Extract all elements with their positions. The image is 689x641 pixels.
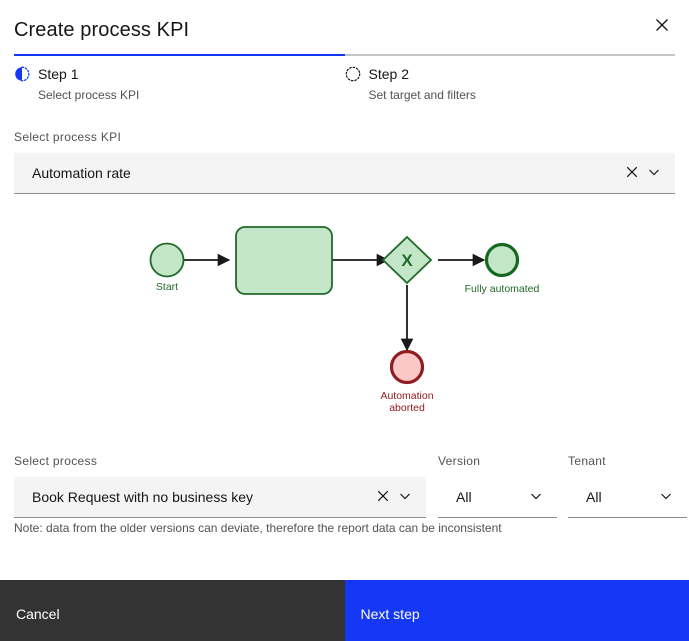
process-field-group: Select process Book Request with no busi… <box>14 453 426 518</box>
process-select-value: Book Request with no business key <box>14 489 377 505</box>
bpmn-node-automation-aborted: Automation aborted <box>380 352 433 415</box>
kpi-field-group: Select process KPI Automation rate <box>14 129 675 194</box>
tenant-expand-button[interactable] <box>659 489 673 506</box>
stepper-step-1-description: Select process KPI <box>38 87 345 103</box>
filters-row: Select process Book Request with no busi… <box>14 453 675 518</box>
chevron-down-icon <box>529 489 543 506</box>
stepper-step-1-head: Step 1 <box>14 64 345 84</box>
tenant-select-icons <box>659 489 687 506</box>
bpmn-node-start: Start <box>151 244 184 294</box>
close-icon <box>377 490 389 505</box>
bpmn-node-fully-automated: Fully automated <box>465 245 540 296</box>
process-select-icons <box>377 489 426 506</box>
process-field-label: Select process <box>14 453 426 469</box>
stepper-step-2[interactable]: Step 2 Set target and filters <box>345 64 676 103</box>
kpi-clear-button[interactable] <box>626 166 638 181</box>
modal-header: Create process KPI <box>0 0 689 50</box>
sequence-flows <box>183 260 484 350</box>
bpmn-node-task <box>236 227 332 294</box>
half-filled-circle-icon <box>14 66 30 82</box>
kpi-select-value: Automation rate <box>14 165 626 181</box>
version-field-group: Version All <box>426 453 557 518</box>
chevron-down-icon <box>659 489 673 506</box>
page-title: Create process KPI <box>14 17 189 43</box>
inconsistency-note: Note: data from the older versions can d… <box>14 520 502 536</box>
version-select-value: All <box>438 489 529 505</box>
next-step-button[interactable]: Next step <box>345 580 689 641</box>
kpi-select-icons <box>626 165 675 182</box>
stepper-step-2-label: Step 2 <box>369 65 409 83</box>
process-expand-button[interactable] <box>398 489 412 506</box>
version-expand-button[interactable] <box>529 489 543 506</box>
version-field-label: Version <box>438 453 557 469</box>
tenant-field-group: Tenant All <box>557 453 687 518</box>
stepper-step-1-label: Step 1 <box>38 65 78 83</box>
tenant-select[interactable]: All <box>568 477 687 518</box>
dotted-circle-icon <box>345 66 361 82</box>
kpi-select[interactable]: Automation rate <box>14 153 675 194</box>
process-select[interactable]: Book Request with no business key <box>14 477 426 518</box>
bpmn-gateway-x-icon: X <box>401 251 413 270</box>
process-clear-button[interactable] <box>377 490 389 505</box>
stepper-step-2-head: Step 2 <box>345 64 676 84</box>
chevron-down-icon <box>398 489 412 506</box>
bpmn-node-fully-automated-label: Fully automated <box>465 283 540 295</box>
tenant-field-label: Tenant <box>568 453 687 469</box>
kpi-expand-button[interactable] <box>647 165 661 182</box>
tenant-select-value: All <box>568 489 659 505</box>
bpmn-node-gateway: X <box>383 237 431 283</box>
bpmn-node-start-label: Start <box>156 281 178 293</box>
modal-footer: Cancel Next step <box>0 580 689 641</box>
bpmn-node-automation-aborted-label-2: aborted <box>389 402 425 414</box>
stepper-progress-fill <box>14 54 345 56</box>
chevron-down-icon <box>647 165 661 182</box>
stepper-step-1[interactable]: Step 1 Select process KPI <box>14 64 345 103</box>
stepper-progress-track <box>14 54 675 56</box>
cancel-button[interactable]: Cancel <box>0 580 345 641</box>
close-icon <box>655 18 669 32</box>
close-button[interactable] <box>643 6 681 44</box>
stepper-step-2-description: Set target and filters <box>369 87 676 103</box>
stepper: Step 1 Select process KPI Step 2 Set tar… <box>14 64 675 103</box>
bpmn-node-automation-aborted-label-1: Automation <box>380 390 433 402</box>
kpi-field-label: Select process KPI <box>14 129 675 145</box>
close-icon <box>626 166 638 181</box>
bpmn-diagram: Start X Fully automated Automation abort… <box>14 205 675 430</box>
version-select[interactable]: All <box>438 477 557 518</box>
version-select-icons <box>529 489 557 506</box>
